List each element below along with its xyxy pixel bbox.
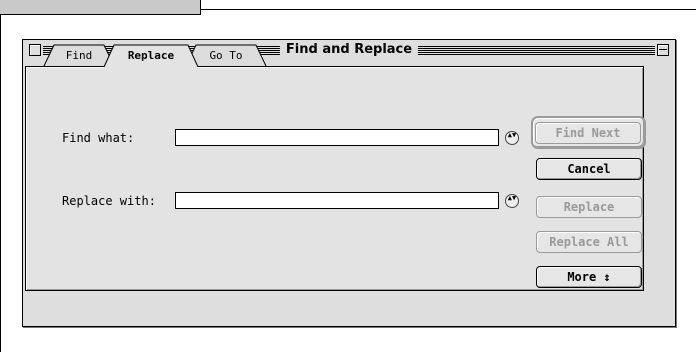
replace-history-stepper-icon[interactable]: ▲▼ [505,194,519,208]
collapse-box-icon[interactable] [657,44,669,56]
replace-with-label: Replace with: [62,194,156,208]
find-what-label: Find what: [62,131,135,145]
replace-all-button[interactable]: Replace All [536,231,642,253]
find-what-input[interactable] [175,129,499,146]
find-next-button[interactable]: Find Next [535,122,641,144]
close-box-icon[interactable] [29,44,41,56]
tab-replace-label: Replace [127,49,175,62]
background-window-tab [0,0,201,15]
find-history-stepper-icon[interactable]: ▲▼ [505,131,519,145]
dialog-title: Find and Replace [279,42,419,58]
tab-go-to-label: Go To [209,49,243,62]
replace-button[interactable]: Replace [536,196,642,218]
replace-with-input[interactable] [175,192,499,209]
background-window-edge-left [0,14,1,352]
background-window-edge [200,9,696,10]
more-button[interactable]: More ↕ [536,266,642,288]
tab-replace[interactable]: Replace [103,44,199,68]
cancel-button[interactable]: Cancel [536,158,642,180]
tab-go-to[interactable]: Go To [185,44,267,67]
